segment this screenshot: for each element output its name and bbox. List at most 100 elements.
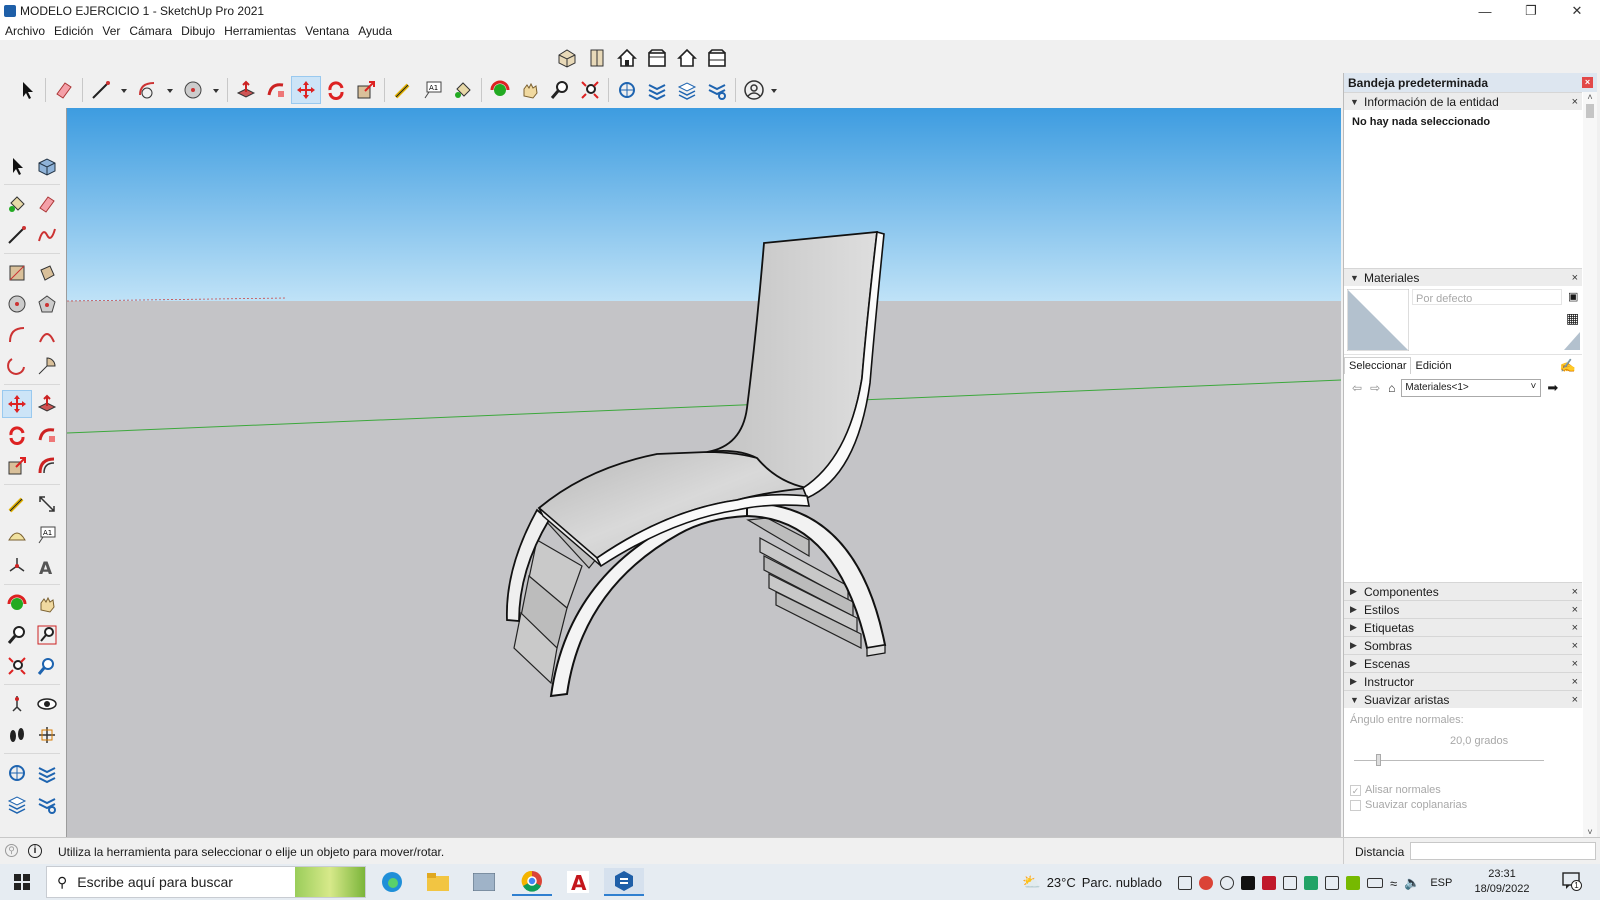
panel-close-icon[interactable]: × xyxy=(1572,96,1578,108)
select-icon[interactable] xyxy=(12,76,42,104)
text-icon[interactable]: A1 xyxy=(32,521,62,549)
chrome-icon[interactable] xyxy=(512,868,552,896)
rotate-icon[interactable] xyxy=(321,76,351,104)
menu-archivo[interactable]: Archivo xyxy=(5,24,45,38)
notification-icon[interactable]: 1 xyxy=(1562,872,1582,892)
scale-icon[interactable] xyxy=(2,452,32,480)
clock[interactable]: 23:31 18/09/2022 xyxy=(1470,867,1534,897)
panel-entity-info-header[interactable]: ▼ Información de la entidad × xyxy=(1344,92,1582,110)
tray-security-icon[interactable] xyxy=(1304,876,1318,890)
dimension-icon[interactable] xyxy=(32,490,62,518)
front-view-icon[interactable] xyxy=(612,44,642,72)
angle-slider-thumb[interactable] xyxy=(1376,754,1381,766)
language-indicator[interactable]: ESP xyxy=(1430,877,1452,889)
circle-icon[interactable] xyxy=(2,290,32,318)
circle-dropdown-icon[interactable] xyxy=(208,76,224,104)
sketchup-taskbar-icon[interactable] xyxy=(604,868,644,896)
warehouse-icon[interactable] xyxy=(2,759,32,787)
rotated-rectangle-icon[interactable] xyxy=(32,259,62,287)
scroll-up-icon[interactable]: ˄ xyxy=(1583,92,1597,102)
measurements-input[interactable] xyxy=(1410,842,1596,860)
panel-close-icon[interactable]: × xyxy=(1572,658,1578,670)
menu-dibujo[interactable]: Dibujo xyxy=(181,24,215,38)
tray-black-app-icon[interactable] xyxy=(1241,876,1255,890)
modeling-viewport[interactable] xyxy=(66,108,1341,837)
orbit-icon[interactable] xyxy=(2,590,32,618)
orbit-icon[interactable] xyxy=(485,76,515,104)
eyedropper-icon[interactable]: ✍ xyxy=(1560,358,1576,374)
scale-icon[interactable] xyxy=(351,76,381,104)
panel-close-icon[interactable]: × xyxy=(1572,272,1578,284)
panel-close-icon[interactable]: × xyxy=(1572,622,1578,634)
angle-slider-track[interactable] xyxy=(1354,760,1544,761)
move-icon[interactable] xyxy=(291,76,321,104)
move-icon[interactable] xyxy=(2,389,32,418)
back-view-icon[interactable] xyxy=(672,44,702,72)
polygon-icon[interactable] xyxy=(32,290,62,318)
minimize-icon[interactable]: — xyxy=(1462,0,1508,22)
photos-app-icon[interactable] xyxy=(464,868,504,896)
materials-list-area[interactable] xyxy=(1344,400,1582,582)
left-view-icon[interactable] xyxy=(702,44,732,72)
select-icon[interactable] xyxy=(2,152,32,180)
tray-app-icon[interactable] xyxy=(1178,876,1192,890)
default-material-icon[interactable] xyxy=(1564,332,1580,350)
zoom-window-icon[interactable] xyxy=(32,621,62,649)
menu-herramientas[interactable]: Herramientas xyxy=(224,24,296,38)
menu-ver[interactable]: Ver xyxy=(102,24,120,38)
tab-edit[interactable]: Edición xyxy=(1411,358,1455,374)
restore-icon[interactable]: ❐ xyxy=(1508,0,1554,22)
soften-coplanar-checkbox[interactable] xyxy=(1350,799,1361,811)
details-arrow-icon[interactable]: ➡ xyxy=(1547,380,1558,396)
display-secondary-icon[interactable]: ▣ xyxy=(1568,290,1578,303)
tray-display-icon[interactable] xyxy=(1325,876,1339,890)
forward-arrow-icon[interactable]: ⇨ xyxy=(1370,381,1380,395)
position-camera-icon[interactable] xyxy=(2,690,32,718)
tape-measure-icon[interactable] xyxy=(2,490,32,518)
extension-manager-icon[interactable] xyxy=(32,790,62,818)
menu-edicion[interactable]: Edición xyxy=(54,24,93,38)
look-around-icon[interactable] xyxy=(32,690,62,718)
smooth-normals-checkbox[interactable]: ✓ xyxy=(1350,784,1361,796)
push-pull-icon[interactable] xyxy=(32,390,62,418)
line-icon[interactable] xyxy=(2,221,32,249)
previous-view-icon[interactable] xyxy=(32,652,62,680)
info-icon[interactable]: i xyxy=(28,844,42,858)
arc-icon[interactable] xyxy=(132,76,162,104)
tape-measure-icon[interactable] xyxy=(388,76,418,104)
tray-settings-icon[interactable] xyxy=(1220,876,1234,890)
model-scene[interactable] xyxy=(67,108,1341,837)
tray-chrome-icon[interactable] xyxy=(1199,876,1213,890)
create-material-icon[interactable]: ▦ xyxy=(1566,310,1579,327)
eraser-icon[interactable] xyxy=(49,76,79,104)
panel-materials-header[interactable]: ▼ Materiales × xyxy=(1344,268,1582,286)
pan-icon[interactable] xyxy=(515,76,545,104)
freehand-icon[interactable] xyxy=(32,221,62,249)
file-explorer-icon[interactable] xyxy=(418,868,458,896)
scroll-down-icon[interactable]: ˅ xyxy=(1583,827,1597,837)
paint-bucket-icon[interactable] xyxy=(448,76,478,104)
panel-tags-header[interactable]: ▶ Etiquetas × xyxy=(1344,618,1582,636)
library-dropdown[interactable]: Materiales<1> ˅ xyxy=(1401,379,1542,397)
panel-close-icon[interactable]: × xyxy=(1572,586,1578,598)
tray-red-app-icon[interactable] xyxy=(1262,876,1276,890)
edge-icon[interactable] xyxy=(372,868,412,896)
pan-icon[interactable] xyxy=(32,590,62,618)
home-icon[interactable]: ⌂ xyxy=(1388,381,1395,395)
arc-icon[interactable] xyxy=(2,321,32,349)
circle-icon[interactable] xyxy=(178,76,208,104)
iso-view-icon[interactable] xyxy=(552,44,582,72)
rotate-icon[interactable] xyxy=(2,421,32,449)
smooth-normals-option[interactable]: ✓ Alisar normales xyxy=(1350,784,1441,796)
battery-icon[interactable] xyxy=(1367,878,1383,888)
panel-close-icon[interactable]: × xyxy=(1572,640,1578,652)
taskbar-search-box[interactable]: ⚲ Escribe aquí para buscar xyxy=(46,866,366,898)
zoom-extents-icon[interactable] xyxy=(575,76,605,104)
text-icon[interactable]: A1 xyxy=(418,76,448,104)
3d-text-icon[interactable]: A xyxy=(32,552,62,580)
extension-manager-icon[interactable] xyxy=(702,76,732,104)
panel-close-icon[interactable]: × xyxy=(1572,676,1578,688)
two-point-arc-icon[interactable] xyxy=(32,321,62,349)
tab-select[interactable]: Seleccionar xyxy=(1344,357,1412,374)
eraser-icon[interactable] xyxy=(32,190,62,218)
